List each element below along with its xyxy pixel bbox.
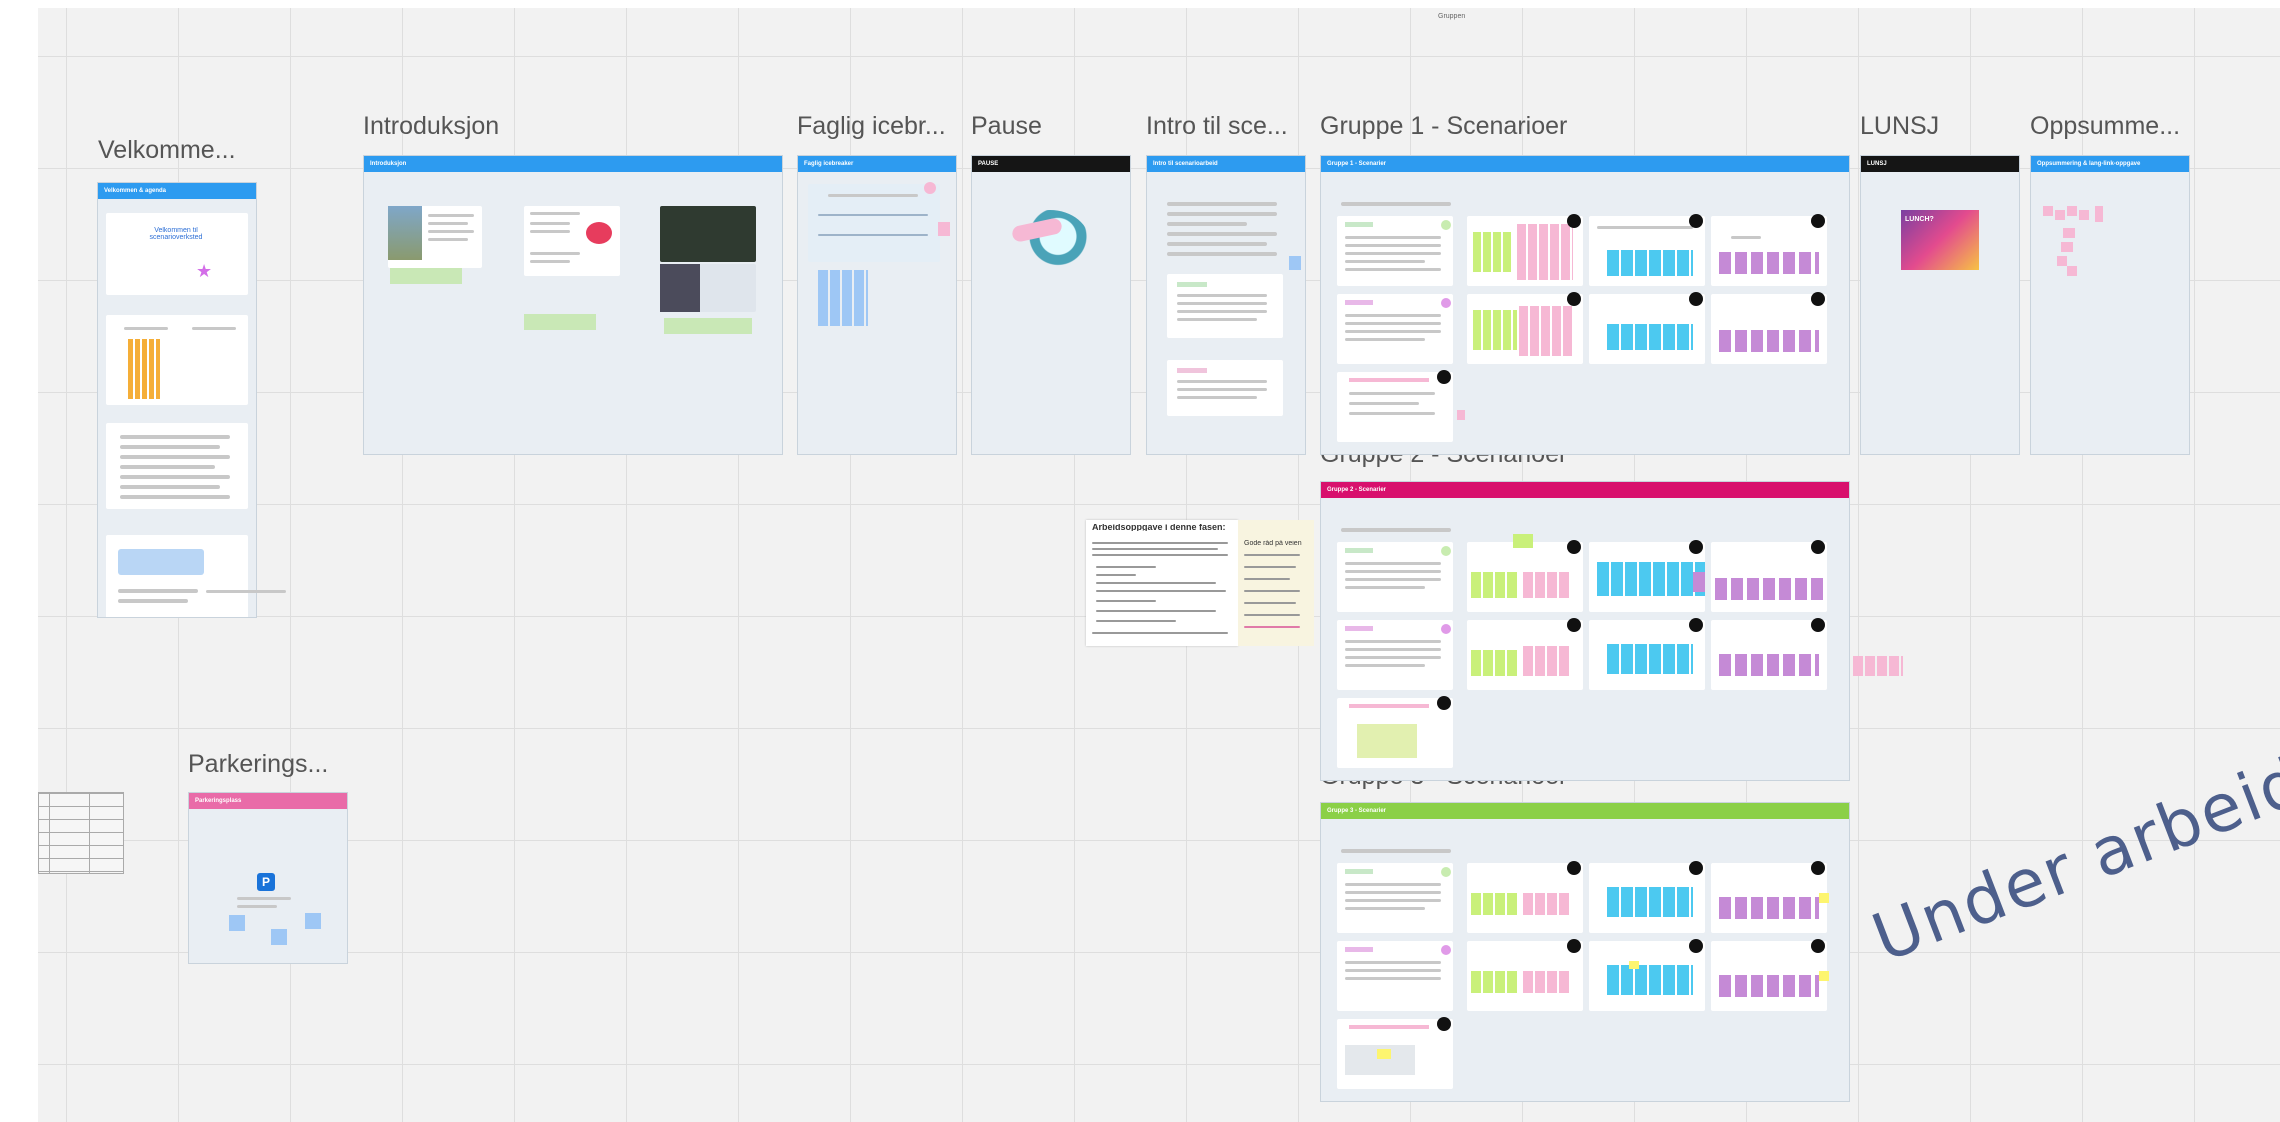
summary-card[interactable] bbox=[1337, 696, 1453, 768]
frame-title-pause[interactable]: Pause bbox=[971, 112, 1042, 141]
scenario-text-card[interactable] bbox=[1337, 216, 1453, 286]
frame-header: Introduksjon bbox=[364, 156, 782, 172]
sticky-cluster[interactable] bbox=[1589, 861, 1705, 933]
board-top-label: Gruppen bbox=[1438, 13, 1466, 20]
frame-header: Intro til scenarioarbeid bbox=[1147, 156, 1305, 172]
scenario-text-card[interactable] bbox=[1337, 863, 1453, 933]
welcome-card-text: Velkommen til scenarioverksted bbox=[149, 227, 203, 241]
summary-card[interactable] bbox=[1337, 370, 1453, 442]
frame-gruppe3[interactable]: Gruppe 3 - Scenarier bbox=[1320, 802, 1850, 1102]
frame-header: Gruppe 1 - Scenarier bbox=[1321, 156, 1849, 172]
parking-icon: P bbox=[257, 873, 275, 891]
diagram-card[interactable] bbox=[808, 184, 940, 262]
frame-lunsj[interactable]: LUNSJ LUNCH? bbox=[1860, 155, 2020, 455]
frame-title-velkommen[interactable]: Velkomme... bbox=[98, 136, 236, 165]
table-widget[interactable] bbox=[38, 792, 124, 874]
sticky-grid bbox=[818, 270, 868, 326]
scenario-text-card[interactable] bbox=[1337, 542, 1453, 612]
sticky-cluster[interactable] bbox=[1711, 292, 1827, 364]
frame-header: Oppsummering & lang-link-oppgave bbox=[2031, 156, 2189, 172]
frame-gruppe2[interactable]: Gruppe 2 - Scenarier bbox=[1320, 481, 1850, 781]
frame-title-parkering[interactable]: Parkerings... bbox=[188, 750, 328, 779]
sticky-cluster[interactable] bbox=[1467, 939, 1583, 1011]
summary-card[interactable] bbox=[1337, 1017, 1453, 1089]
star-icon: ★ bbox=[196, 261, 213, 281]
sticky-cluster[interactable] bbox=[1589, 540, 1705, 612]
intro-text-card[interactable] bbox=[524, 206, 620, 276]
sticky-cluster[interactable] bbox=[1467, 861, 1583, 933]
intro-image-card[interactable] bbox=[388, 206, 482, 268]
frame-intro-scenario[interactable]: Intro til scenarioarbeid bbox=[1146, 155, 1306, 455]
welcome-card[interactable]: Velkommen til scenarioverksted ★ bbox=[106, 213, 248, 295]
scenario-card[interactable] bbox=[1167, 360, 1283, 416]
frame-gruppe1[interactable]: Gruppe 1 - Scenarier bbox=[1320, 155, 1850, 455]
frame-introduksjon[interactable]: Introduksjon bbox=[363, 155, 783, 455]
scenario-text-card[interactable] bbox=[1337, 941, 1453, 1011]
scenario-card[interactable] bbox=[1167, 274, 1283, 338]
connector-line bbox=[206, 590, 286, 593]
frame-header: Velkommen & agenda bbox=[98, 183, 256, 199]
scenario-text-card[interactable] bbox=[1337, 620, 1453, 690]
frame-header: Parkeringsplass bbox=[189, 793, 347, 809]
sticky-cluster[interactable] bbox=[1467, 292, 1583, 364]
sticky-cluster[interactable] bbox=[1467, 214, 1583, 286]
frame-header: Gruppe 2 - Scenarier bbox=[1321, 482, 1849, 498]
lunch-image-text: LUNCH? bbox=[1905, 216, 1934, 223]
sticky-cluster[interactable] bbox=[1589, 292, 1705, 364]
frame-oppsummering[interactable]: Oppsummering & lang-link-oppgave bbox=[2030, 155, 2190, 455]
lunch-image: LUNCH? bbox=[1901, 210, 1979, 270]
sticky-cluster[interactable] bbox=[1589, 939, 1705, 1011]
task-document-card[interactable]: Arbeidsoppgave i denne fasen: bbox=[1086, 520, 1238, 646]
frame-title-introduksjon[interactable]: Introduksjon bbox=[363, 112, 499, 141]
frame-title-gruppe1[interactable]: Gruppe 1 - Scenarioer bbox=[1320, 112, 1567, 141]
note-card[interactable] bbox=[106, 535, 248, 617]
frame-parkering[interactable]: Parkeringsplass P bbox=[188, 792, 348, 964]
frame-pause[interactable]: PAUSE bbox=[971, 155, 1131, 455]
intro-photo-card-2[interactable] bbox=[660, 264, 756, 312]
intro-photo-card[interactable] bbox=[660, 206, 756, 262]
tips-card[interactable]: Gode råd på veien bbox=[1238, 520, 1314, 646]
agenda-card[interactable] bbox=[106, 315, 248, 405]
sticky-cluster[interactable] bbox=[1467, 618, 1583, 690]
frame-title-oppsummering[interactable]: Oppsumme... bbox=[2030, 112, 2180, 141]
sticky-cluster[interactable] bbox=[1711, 861, 1829, 933]
frame-velkommen[interactable]: Velkommen & agenda Velkommen til scenari… bbox=[97, 182, 257, 618]
frame-title-faglig[interactable]: Faglig icebr... bbox=[797, 112, 946, 141]
frame-title-lunsj[interactable]: LUNSJ bbox=[1860, 112, 1939, 141]
frame-faglig[interactable]: Faglig icebreaker bbox=[797, 155, 957, 455]
task-doc-title: Arbeidsoppgave i denne fasen: bbox=[1092, 524, 1226, 531]
sticky-cluster[interactable] bbox=[1711, 618, 1827, 690]
frame-header: Gruppe 3 - Scenarier bbox=[1321, 803, 1849, 819]
frame-header: Faglig icebreaker bbox=[798, 156, 956, 172]
scenario-text-card[interactable] bbox=[1337, 294, 1453, 364]
loose-sticky-notes[interactable] bbox=[1853, 656, 1903, 676]
sticky-grid bbox=[128, 339, 160, 399]
frame-title-intro-scenario[interactable]: Intro til sce... bbox=[1146, 112, 1288, 141]
sticky-cluster[interactable] bbox=[1711, 540, 1827, 612]
sticky-cluster[interactable] bbox=[1467, 534, 1583, 612]
frame-header: LUNSJ bbox=[1861, 156, 2019, 172]
tips-title: Gode råd på veien bbox=[1244, 540, 1302, 547]
sticky-cluster[interactable] bbox=[1711, 939, 1829, 1011]
frame-header: PAUSE bbox=[972, 156, 1130, 172]
text-card[interactable] bbox=[106, 423, 248, 509]
sticky-cluster[interactable] bbox=[1589, 618, 1705, 690]
sticky-cluster[interactable] bbox=[1711, 214, 1827, 286]
sticky-cluster[interactable] bbox=[1589, 214, 1705, 286]
